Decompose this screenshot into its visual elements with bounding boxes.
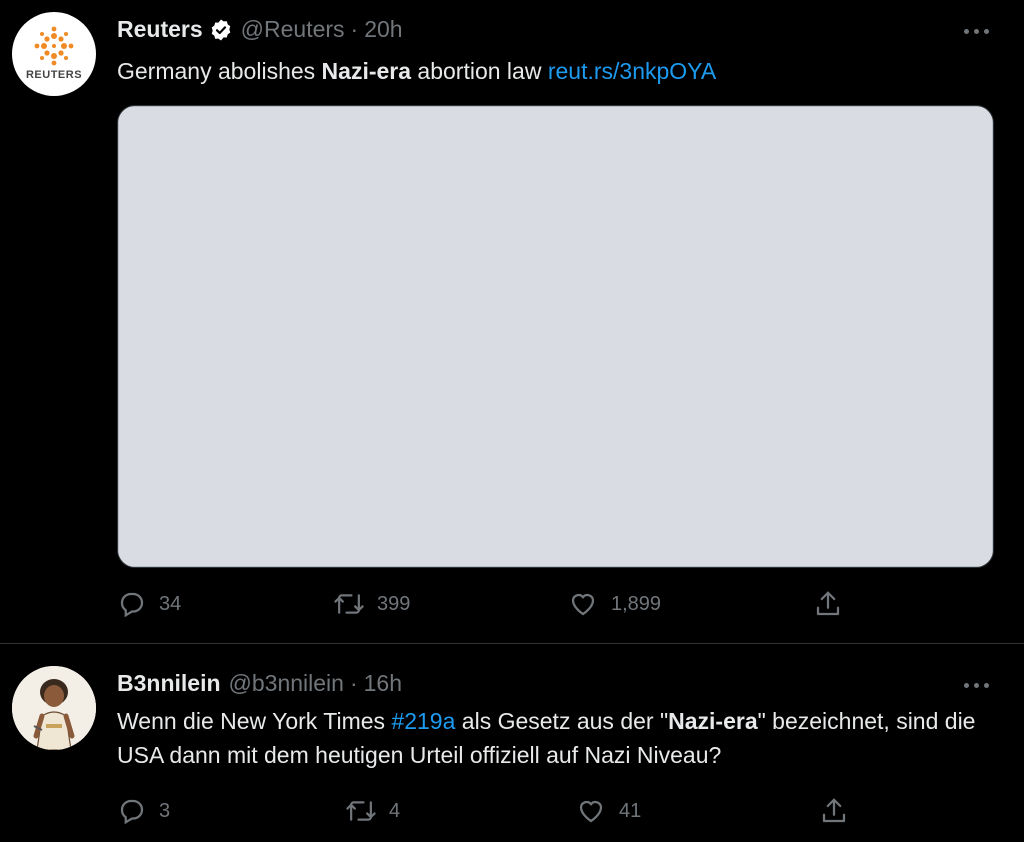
text-bold: Nazi-era (321, 58, 412, 84)
tweet-header: B3nnilein @b3nnilein · 16h (117, 670, 402, 697)
text-segment: Wenn die New York Times (117, 708, 392, 734)
reply-button[interactable]: 3 (117, 796, 345, 826)
reply-icon (120, 592, 144, 618)
more-icon[interactable] (964, 24, 994, 38)
author-handle[interactable]: @b3nnilein (229, 670, 344, 697)
tweet-time[interactable]: 20h (364, 16, 402, 43)
tweet-header: Reuters @Reuters · 20h (117, 16, 403, 43)
avatar-illustration (12, 666, 96, 750)
tweet-photo[interactable] (117, 105, 994, 568)
avatar-reuters[interactable]: REUTERS (12, 12, 96, 96)
author-name[interactable]: B3nnilein (117, 670, 221, 697)
like-button[interactable]: 41 (575, 796, 819, 826)
text-segment: abortion law (411, 58, 548, 84)
reply-count: 34 (159, 592, 182, 615)
tweet-text: Wenn die New York Times #219a als Gesetz… (117, 704, 997, 772)
reply-count: 3 (159, 799, 171, 822)
tweet-reuters[interactable]: REUTERS Reuters @Reuters · 20h Germany a… (0, 0, 1024, 643)
reuters-logo-icon (34, 26, 74, 66)
like-icon (571, 593, 595, 616)
like-icon (579, 800, 603, 823)
more-icon[interactable] (964, 678, 994, 692)
reply-icon (120, 799, 144, 825)
share-button[interactable] (819, 796, 849, 826)
share-button[interactable] (813, 589, 843, 619)
author-handle[interactable]: @Reuters (241, 16, 345, 43)
author-name[interactable]: Reuters (117, 16, 203, 43)
avatar-wordmark: REUTERS (25, 69, 83, 81)
tweet-text: Germany abolishes Nazi-era abortion law … (117, 54, 716, 88)
share-icon (822, 798, 846, 823)
retweet-icon (334, 594, 364, 614)
text-segment: Germany abolishes (117, 58, 322, 84)
tweet-link[interactable]: reut.rs/3nkpOYA (548, 58, 716, 84)
like-count: 1,899 (611, 592, 662, 615)
separator-dot: · (350, 16, 359, 42)
retweet-count: 399 (377, 592, 411, 615)
like-button[interactable]: 1,899 (567, 589, 813, 619)
avatar-b3nnilein[interactable] (12, 666, 96, 750)
text-bold: Nazi-era (668, 708, 758, 734)
share-icon (816, 591, 840, 616)
like-count: 41 (619, 799, 642, 822)
hashtag-link[interactable]: #219a (391, 708, 455, 734)
retweet-button[interactable]: 4 (345, 796, 575, 826)
tweet-actions: 3 4 41 (117, 796, 849, 826)
tweet-time[interactable]: 16h (364, 670, 402, 697)
tweet-actions: 34 399 1,899 (117, 589, 843, 619)
separator-dot: · (349, 670, 358, 696)
verified-icon (209, 18, 233, 42)
retweet-count: 4 (389, 799, 401, 822)
reply-button[interactable]: 34 (117, 589, 333, 619)
retweet-button[interactable]: 399 (333, 589, 567, 619)
retweet-icon (346, 801, 376, 821)
text-segment: als Gesetz aus der " (455, 708, 669, 734)
